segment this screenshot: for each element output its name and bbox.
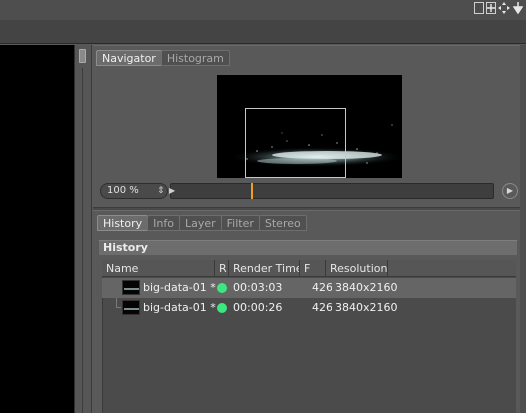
table-row[interactable]: big-data-01 * 00:00:26 426 3840x2160 [102, 298, 516, 318]
column-resolution[interactable]: Resolution [326, 260, 388, 277]
render-thumbnail [122, 278, 143, 298]
navigator-tabs: Navigator Histogram [96, 50, 230, 66]
navigator-view-rectangle[interactable] [245, 108, 346, 178]
plus-box-icon[interactable] [486, 2, 496, 14]
move-icon[interactable] [498, 2, 510, 15]
zoom-slider[interactable] [170, 183, 494, 199]
tab-histogram[interactable]: Histogram [160, 50, 230, 66]
row-name: big-data-01 * [143, 281, 216, 294]
column-r[interactable]: R [215, 260, 229, 277]
row-frame: 426 [312, 281, 332, 294]
status-dot [217, 298, 232, 318]
row-render-time: 00:00:26 [233, 301, 283, 314]
slider-start-icon: ▶ [169, 186, 176, 195]
splitter-line [82, 68, 83, 413]
tab-navigator[interactable]: Navigator [96, 50, 162, 66]
column-render-time[interactable]: Render Time [229, 260, 300, 277]
tab-history[interactable]: History [97, 215, 149, 231]
column-name[interactable]: Name [102, 260, 215, 277]
row-frame: 426 [312, 301, 332, 314]
tab-layer[interactable]: Layer [178, 215, 222, 231]
table-row[interactable]: big-data-01 * 00:03:03 426 3840x2160 [102, 278, 516, 298]
render-thumbnail [122, 298, 143, 318]
tab-info[interactable]: Info [147, 215, 180, 231]
play-icon[interactable]: ▶ [502, 183, 518, 199]
zoom-slider-thumb[interactable] [251, 183, 253, 199]
history-column-header: Name R Render Time F Resolution [102, 260, 516, 277]
render-viewer[interactable] [0, 45, 74, 413]
row-render-time: 00:03:03 [233, 281, 283, 294]
splitter-handle[interactable] [79, 49, 86, 63]
secondary-toolbar [0, 20, 526, 44]
arrow-down-icon[interactable] [512, 2, 524, 15]
row-resolution: 3840x2160 [335, 301, 398, 314]
status-dot [217, 278, 232, 298]
tab-filter[interactable]: Filter [220, 215, 260, 231]
top-toolbar [0, 0, 526, 20]
right-panel-edge [520, 45, 526, 413]
row-name: big-data-01 * [143, 301, 216, 314]
panel-splitter[interactable] [74, 45, 92, 413]
history-tabs: History Info Layer Filter Stereo [97, 215, 307, 231]
updown-arrow-icon[interactable]: ⇕ [157, 184, 165, 198]
column-frame[interactable]: F [300, 260, 326, 277]
panel-icon[interactable] [474, 2, 484, 14]
toolbar-icons [474, 1, 524, 15]
row-resolution: 3840x2160 [335, 281, 398, 294]
tab-stereo[interactable]: Stereo [258, 215, 307, 231]
history-section-title: History [99, 240, 517, 255]
